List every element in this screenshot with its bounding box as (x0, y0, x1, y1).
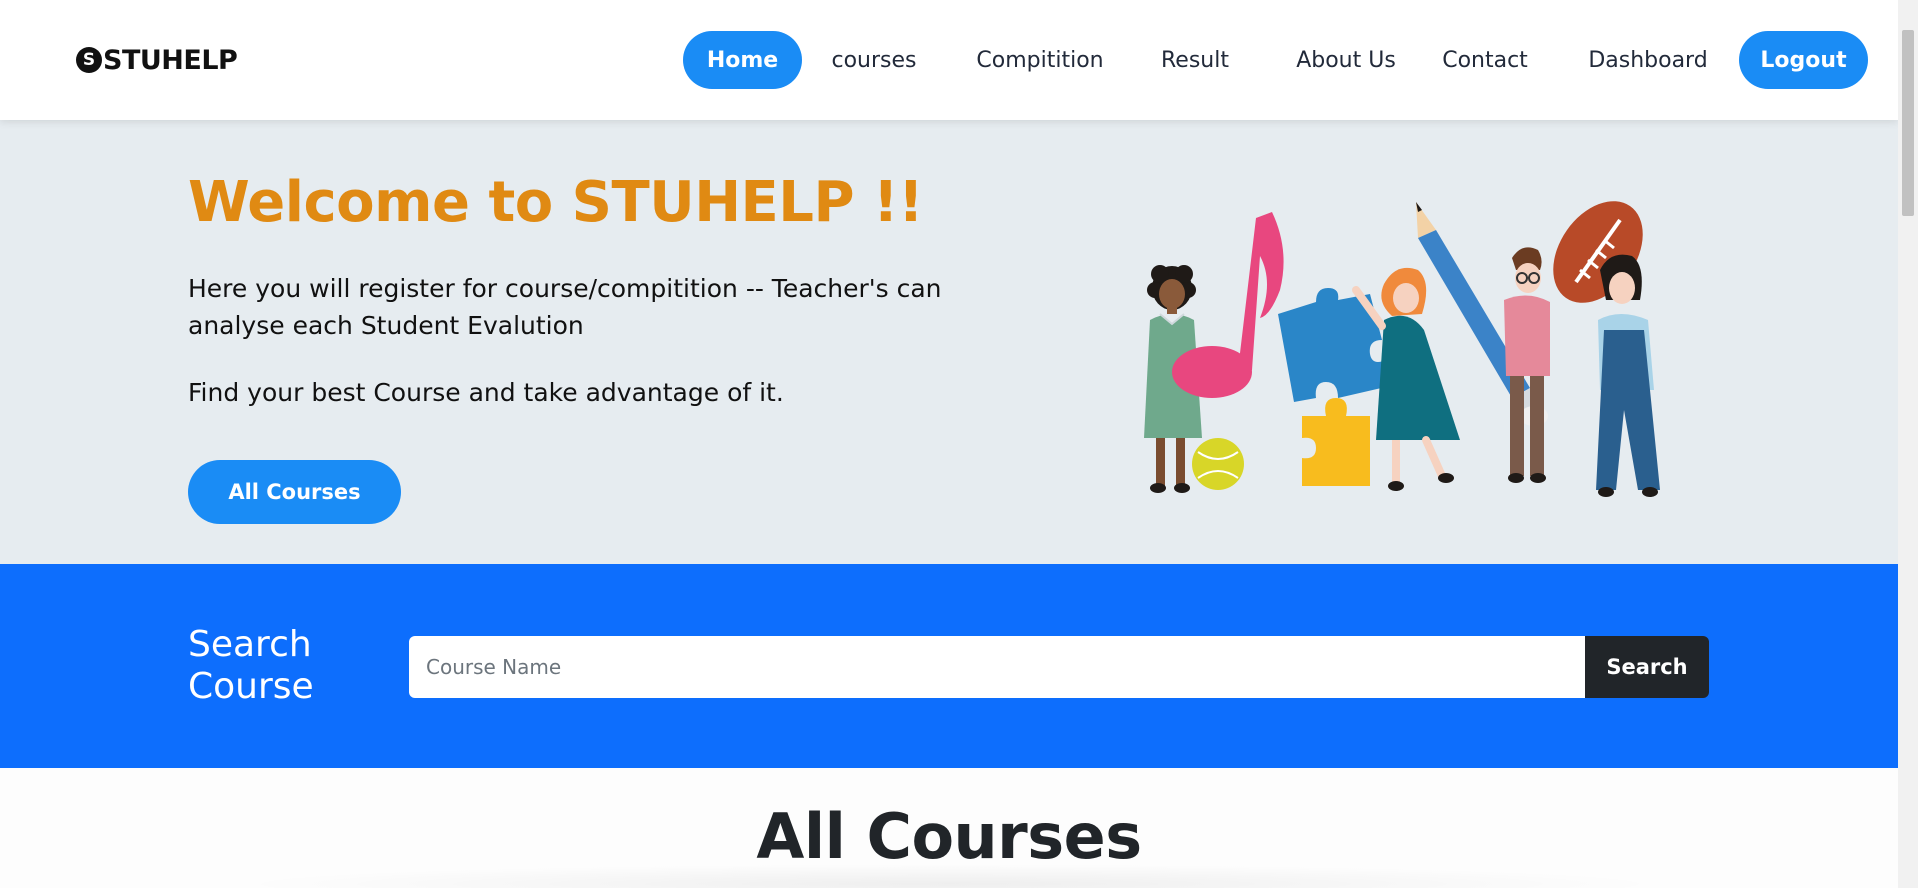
course-name-input[interactable] (409, 636, 1585, 698)
music-note-shape (1172, 212, 1284, 398)
main-nav: Home courses Compitition Result About Us… (0, 31, 1898, 89)
nav-dashboard[interactable]: Dashboard (1575, 31, 1721, 89)
nav-home[interactable]: Home (683, 31, 802, 89)
nav-courses[interactable]: courses (822, 31, 926, 89)
page-scrollbar[interactable] (1898, 0, 1918, 888)
nav-contact[interactable]: Contact (1432, 31, 1538, 89)
all-courses-heading: All Courses (756, 800, 1142, 873)
logout-button[interactable]: Logout (1739, 31, 1868, 89)
football-shape (1553, 201, 1643, 303)
hero-description: Here you will register for course/compit… (188, 274, 942, 340)
all-courses-button[interactable]: All Courses (188, 460, 401, 524)
search-course-label: Search Course (188, 624, 314, 707)
scrollbar-thumb[interactable] (1902, 30, 1914, 216)
girl-overalls-figure (1596, 254, 1660, 497)
search-button[interactable]: Search (1585, 636, 1709, 698)
hero-title: Welcome to STUHELP !! (188, 170, 924, 235)
navbar: S STUHELP Home courses Compitition Resul… (0, 0, 1898, 120)
blue-puzzle-piece (1278, 288, 1390, 402)
yellow-puzzle-piece (1302, 398, 1370, 486)
hero-illustration (1144, 201, 1660, 497)
hero-tagline: Find your best Course and take advantage… (188, 378, 784, 407)
nav-compitition[interactable]: Compitition (964, 31, 1116, 89)
boy-glasses-figure (1504, 247, 1550, 483)
nav-about-us[interactable]: About Us (1275, 31, 1417, 89)
page: S STUHELP Home courses Compitition Resul… (0, 0, 1898, 888)
nav-result[interactable]: Result (1152, 31, 1238, 89)
